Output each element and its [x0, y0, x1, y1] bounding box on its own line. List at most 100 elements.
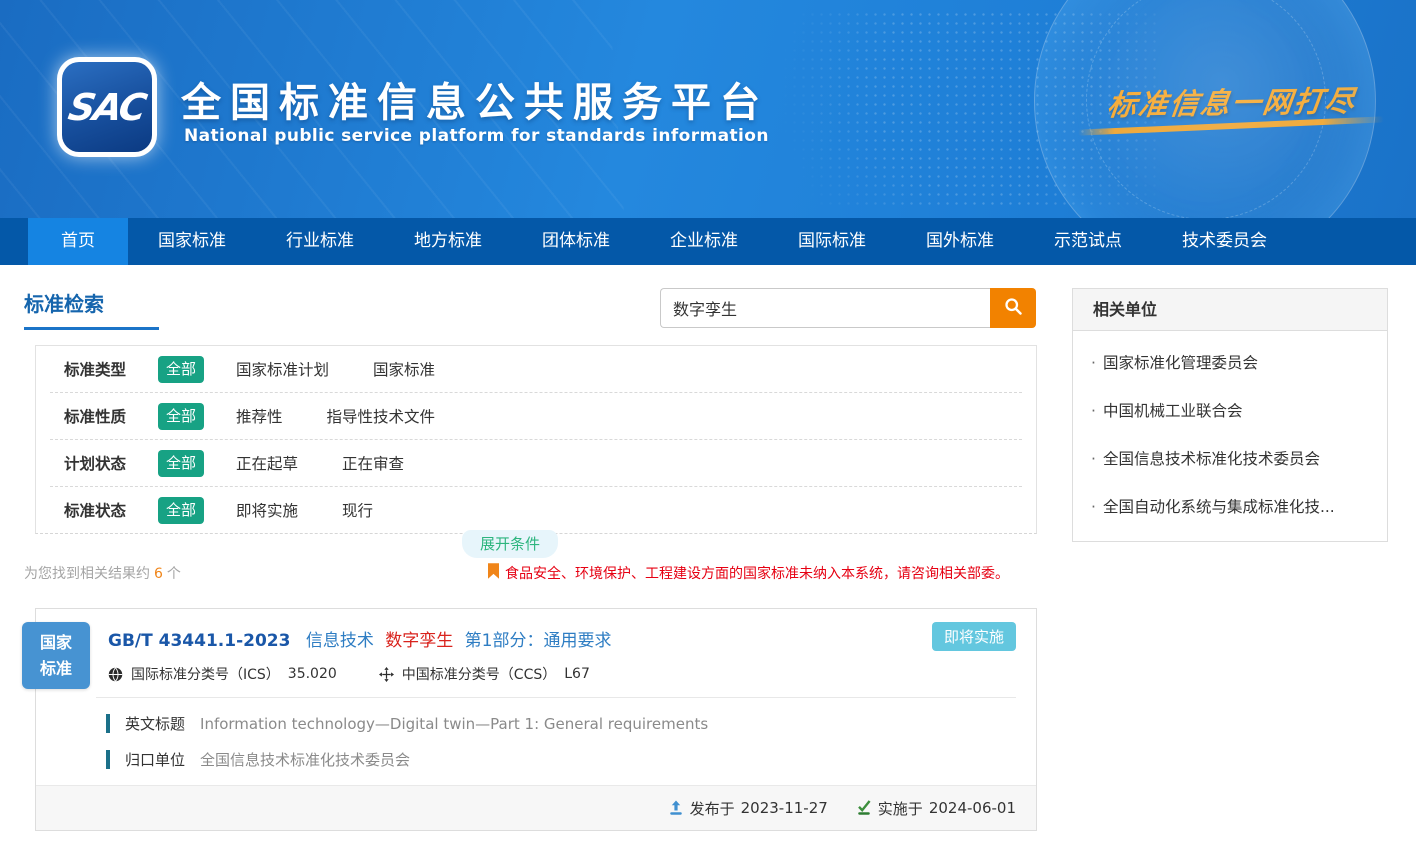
filter-option[interactable]: 即将实施: [236, 499, 298, 521]
field-label: 归口单位: [125, 749, 185, 770]
site-title: 全国标准信息公共服务平台: [181, 70, 769, 128]
published-date: 2023-11-27: [741, 799, 828, 817]
sac-logo-text: SAC: [66, 86, 149, 129]
filter-row-standard-type: 标准类型 全部 国家标准计划 国家标准: [36, 346, 1036, 392]
search-icon: [1003, 296, 1024, 320]
ccs-value: L67: [564, 666, 590, 682]
filter-option[interactable]: 现行: [342, 499, 373, 521]
ccs-label: 中国标准分类号（CCS）: [402, 664, 556, 684]
standard-code: GB/T 43441.1-2023: [108, 631, 290, 651]
standard-title-part2: 第1部分：通用要求: [465, 631, 612, 651]
system-notice: 食品安全、环境保护、工程建设方面的国家标准未纳入本系统，请咨询相关部委。: [488, 563, 1009, 583]
site-subtitle: National public service platform for sta…: [184, 126, 769, 146]
site-slogan: 标准信息一网打尽: [1079, 77, 1385, 124]
sidebar-item-sac[interactable]: ·国家标准化管理委员会: [1091, 339, 1369, 387]
filter-all-button[interactable]: 全部: [158, 450, 204, 477]
search-input[interactable]: [660, 288, 990, 328]
related-units-panel: 相关单位 ·国家标准化管理委员会 ·中国机械工业联合会 ·全国信息技术标准化技术…: [1072, 288, 1388, 542]
nav-tab-industry-standards[interactable]: 行业标准: [256, 218, 384, 265]
filter-row-plan-status: 计划状态 全部 正在起草 正在审查: [36, 440, 1036, 486]
result-count-text: 为您找到相关结果约6个: [24, 563, 181, 583]
check-icon: [856, 800, 872, 816]
standard-title-link[interactable]: GB/T 43441.1-2023 信息技术 数字孪生 第1部分：通用要求: [36, 609, 1036, 651]
sac-logo: SAC: [57, 57, 157, 157]
nav-tab-home[interactable]: 首页: [28, 218, 128, 265]
page-title: 标准检索: [24, 288, 104, 317]
filter-option[interactable]: 推荐性: [236, 405, 283, 427]
badge-line1: 国家: [40, 630, 72, 656]
bookmark-icon: [488, 563, 499, 583]
bullet-icon: ·: [1091, 354, 1096, 372]
filter-option[interactable]: 指导性技术文件: [327, 405, 436, 427]
filter-option[interactable]: 正在审查: [342, 452, 404, 474]
main-content: 标准检索 标准类型 全部 国家标准计划 国家标准: [0, 265, 1416, 845]
filter-all-button[interactable]: 全部: [158, 356, 204, 383]
sidebar-item-machinery[interactable]: ·中国机械工业联合会: [1091, 387, 1369, 435]
standard-title-part1: 信息技术: [306, 631, 374, 651]
nav-tab-enterprise-standards[interactable]: 企业标准: [640, 218, 768, 265]
published-date-group: 发布于 2023-11-27: [668, 798, 828, 819]
filter-label: 标准类型: [64, 358, 158, 380]
search-button[interactable]: [990, 288, 1036, 328]
bullet-icon: ·: [1091, 498, 1096, 516]
main-nav: 首页 国家标准 行业标准 地方标准 团体标准 企业标准 国际标准 国外标准 示范…: [0, 218, 1416, 265]
nav-tab-local-standards[interactable]: 地方标准: [384, 218, 512, 265]
field-value: Information technology—Digital twin—Part…: [200, 715, 708, 733]
classification-row: 国际标准分类号（ICS） 35.020 中国标准分类号（CCS） L67: [108, 664, 1016, 684]
nav-tab-national-standards[interactable]: 国家标准: [128, 218, 256, 265]
nav-tab-pilot[interactable]: 示范试点: [1024, 218, 1152, 265]
sidebar-item-label: 中国机械工业联合会: [1103, 402, 1243, 420]
standard-result-card: 国家 标准 GB/T 43441.1-2023 信息技术 数字孪生 第1部分：通…: [35, 608, 1037, 831]
sidebar-item-label: 全国自动化系统与集成标准化技...: [1103, 498, 1335, 516]
upload-icon: [668, 800, 684, 816]
implemented-date: 2024-06-01: [929, 799, 1016, 817]
related-units-list: ·国家标准化管理委员会 ·中国机械工业联合会 ·全国信息技术标准化技术委员会 ·…: [1073, 331, 1387, 541]
implemented-label: 实施于: [878, 798, 923, 819]
count-suffix: 个: [167, 566, 181, 582]
nav-tab-foreign-standards[interactable]: 国外标准: [896, 218, 1024, 265]
field-label: 英文标题: [125, 713, 185, 734]
page: SAC 全国标准信息公共服务平台 National public service…: [0, 0, 1416, 845]
expand-conditions-button[interactable]: 展开条件: [462, 530, 558, 558]
sidebar-item-it-committee[interactable]: · 全国信息技术标准化技术委员会: [1091, 435, 1369, 483]
national-standard-badge: 国家 标准: [22, 622, 90, 689]
published-label: 发布于: [690, 798, 735, 819]
bullet-icon: ·: [1091, 450, 1096, 468]
world-map-decoration: [736, 10, 1156, 210]
filter-label: 计划状态: [64, 452, 158, 474]
sidebar-item-automation-committee[interactable]: · 全国自动化系统与集成标准化技...: [1091, 483, 1369, 531]
filter-label: 标准状态: [64, 499, 158, 521]
sac-logo-inner: SAC: [62, 62, 152, 152]
field-row-english-title: 英文标题 Information technology—Digital twin…: [106, 713, 1016, 734]
filter-label: 标准性质: [64, 405, 158, 427]
nav-tab-technical-committee[interactable]: 技术委员会: [1152, 218, 1297, 265]
nav-tab-international-standards[interactable]: 国际标准: [768, 218, 896, 265]
filter-option[interactable]: 正在起草: [236, 452, 298, 474]
globe-decoration: [1086, 0, 1326, 218]
related-units-title: 相关单位: [1073, 289, 1387, 331]
field-accent-bar: [106, 714, 110, 733]
status-badge: 即将实施: [932, 622, 1016, 651]
sidebar-item-label: 全国信息技术标准化技术委员会: [1103, 450, 1320, 468]
standard-title-highlight: 数字孪生: [385, 631, 453, 651]
filter-panel: 标准类型 全部 国家标准计划 国家标准 标准性质 全部 推荐性 指导性技术文件 …: [35, 345, 1037, 534]
filter-row-standard-status: 标准状态 全部 即将实施 现行: [36, 487, 1036, 533]
globe-icon: [108, 667, 123, 682]
implemented-date-group: 实施于 2024-06-01: [856, 798, 1016, 819]
count-prefix: 为您找到相关结果约: [24, 566, 150, 582]
site-header: SAC 全国标准信息公共服务平台 National public service…: [0, 0, 1416, 218]
filter-option[interactable]: 国家标准: [373, 358, 435, 380]
nav-tab-group-standards[interactable]: 团体标准: [512, 218, 640, 265]
search-box: [660, 288, 1036, 328]
ics-label: 国际标准分类号（ICS）: [131, 664, 280, 684]
ics-value: 35.020: [288, 666, 337, 682]
filter-row-standard-nature: 标准性质 全部 推荐性 指导性技术文件: [36, 393, 1036, 439]
card-footer: 发布于 2023-11-27 实施于 2024-06-01: [36, 785, 1036, 830]
filter-all-button[interactable]: 全部: [158, 497, 204, 524]
field-accent-bar: [106, 750, 110, 769]
slogan-underline: [1078, 116, 1384, 135]
notice-text: 食品安全、环境保护、工程建设方面的国家标准未纳入本系统，请咨询相关部委。: [505, 563, 1009, 583]
filter-all-button[interactable]: 全部: [158, 403, 204, 430]
move-arrows-icon: [379, 667, 394, 682]
filter-option[interactable]: 国家标准计划: [236, 358, 329, 380]
